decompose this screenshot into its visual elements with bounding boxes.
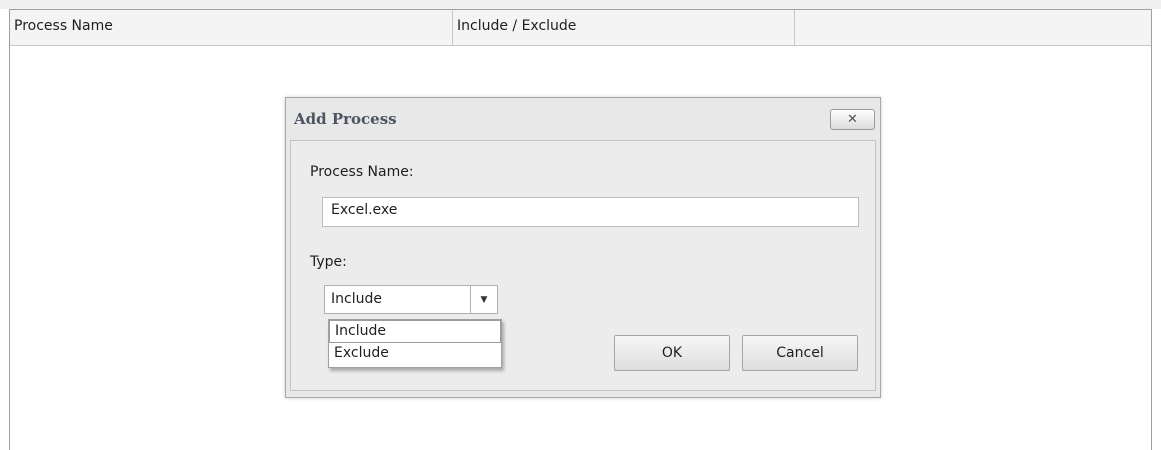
type-option-include[interactable]: Include — [329, 320, 501, 343]
type-select-value: Include — [331, 291, 382, 307]
close-icon: ✕ — [847, 112, 858, 127]
type-label: Type: — [310, 254, 347, 270]
type-dropdown-list: Include Exclude — [328, 319, 502, 368]
column-header-process-name[interactable]: Process Name — [10, 10, 453, 45]
close-button[interactable]: ✕ — [830, 109, 875, 130]
grid-header: Process Name Include / Exclude — [10, 10, 1151, 46]
dialog-body: Process Name: Excel.exe Type: Include ▼ … — [290, 140, 876, 391]
column-header-empty — [795, 10, 1151, 45]
window-top-strip — [0, 0, 1161, 9]
dialog-title: Add Process — [294, 110, 397, 128]
chevron-down-icon: ▼ — [480, 294, 488, 305]
process-name-label: Process Name: — [310, 164, 414, 180]
add-process-dialog: Add Process ✕ Process Name: Excel.exe Ty… — [285, 97, 881, 398]
type-option-exclude[interactable]: Exclude — [329, 343, 501, 366]
type-select[interactable]: Include ▼ — [324, 285, 498, 314]
cancel-button[interactable]: Cancel — [742, 335, 858, 371]
dropdown-button[interactable]: ▼ — [470, 286, 497, 313]
column-header-include-exclude[interactable]: Include / Exclude — [453, 10, 795, 45]
process-name-input[interactable]: Excel.exe — [322, 197, 859, 227]
ok-button[interactable]: OK — [614, 335, 730, 371]
